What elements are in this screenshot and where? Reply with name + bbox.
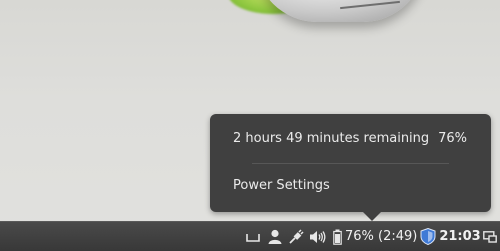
popup-arrow <box>363 212 381 221</box>
bottom-panel: 76% (2:49) 21:03 <box>0 221 500 251</box>
battery-indicator-text[interactable]: 76% (2:49) <box>345 222 417 251</box>
user-icon[interactable] <box>265 222 285 251</box>
network-plug-icon[interactable] <box>286 222 306 251</box>
battery-status-row: 2 hours 49 minutes remaining 76% <box>233 131 467 146</box>
power-settings-item[interactable]: Power Settings <box>233 178 467 193</box>
shield-update-icon[interactable] <box>418 222 438 251</box>
battery-time-remaining: 2 hours 49 minutes remaining <box>233 131 430 146</box>
volume-icon[interactable] <box>307 222 327 251</box>
keyboard-icon[interactable] <box>243 222 263 251</box>
clock[interactable]: 21:03 <box>439 222 480 251</box>
power-settings-label: Power Settings <box>233 178 330 193</box>
battery-popup-menu: 2 hours 49 minutes remaining 76% Power S… <box>210 114 491 212</box>
workspace-icon[interactable] <box>481 222 499 251</box>
battery-icon[interactable] <box>331 222 343 251</box>
battery-percent: 76% <box>438 131 467 146</box>
menu-separator <box>252 163 449 164</box>
